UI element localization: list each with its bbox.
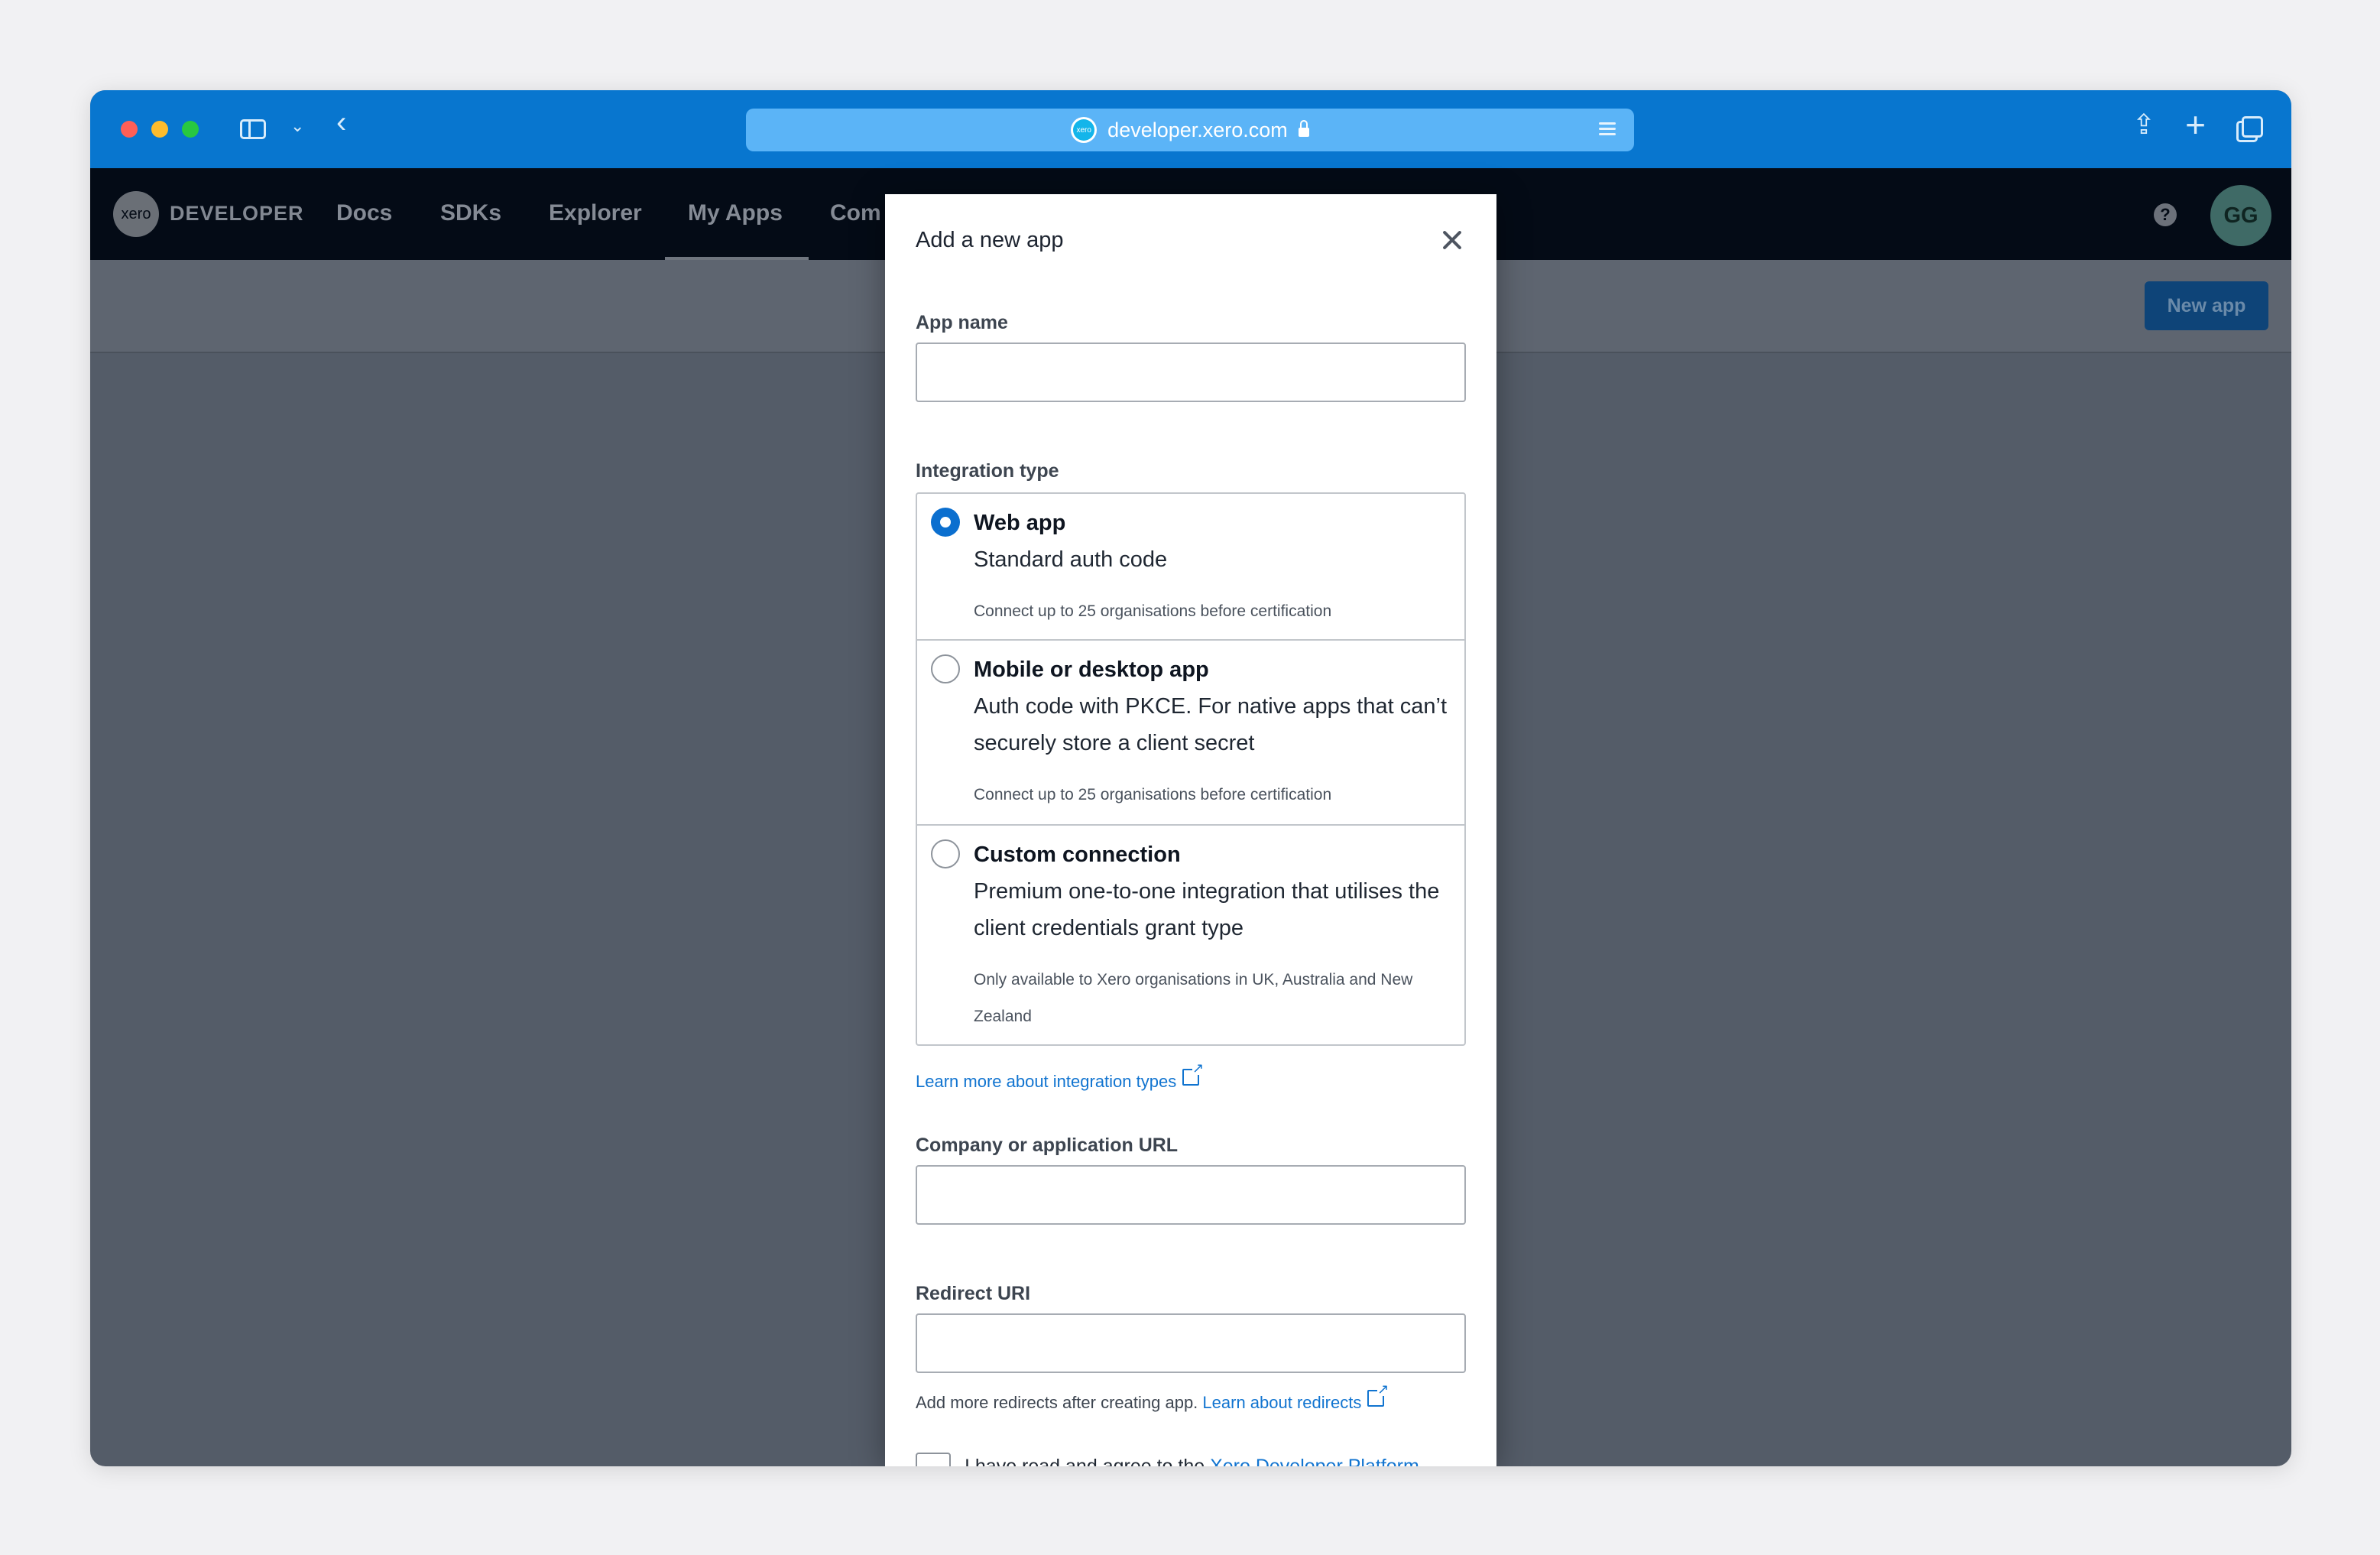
option-mobile-desktop[interactable]: Mobile or desktop app Auth code with PKC… [917,641,1464,826]
xero-logo[interactable]: xero [113,191,159,237]
reader-mode-icon[interactable] [1599,119,1616,139]
lock-icon [1298,120,1309,137]
modal-title: Add a new app [916,228,1064,252]
radio-custom-connection[interactable] [931,839,960,868]
external-link-icon [1182,1061,1205,1086]
integration-type-options: Web app Standard auth code Connect up to… [916,492,1466,1046]
add-app-modal: Add a new app App name Integration type … [885,194,1496,1466]
option-note: Only available to Xero organisations in … [974,971,1413,1025]
share-icon[interactable]: ⇪ [2132,109,2155,141]
option-title: Custom connection [974,842,1181,867]
agree-checkbox[interactable] [916,1453,951,1466]
redirect-uri-label: Redirect URI [916,1283,1031,1304]
address-url: developer.xero.com [1107,118,1288,141]
back-icon[interactable]: ‹ [336,107,346,138]
brand-label[interactable]: DEVELOPER [170,202,304,226]
redirect-uri-input[interactable] [916,1313,1466,1373]
nav-community[interactable]: Com [830,200,881,226]
new-tab-icon[interactable]: + [2185,104,2206,145]
agree-label: I have read and agree to the Xero Develo… [965,1456,1419,1466]
radio-mobile-desktop[interactable] [931,654,960,683]
help-icon[interactable]: ? [2154,203,2177,226]
browser-toolbar: ⌄ ‹ xero developer.xero.com ⇪ + [90,90,2291,168]
chevron-down-icon[interactable]: ⌄ [290,116,304,136]
radio-web-app[interactable] [931,508,960,537]
sidebar-toggle-icon[interactable] [240,119,266,139]
option-web-app[interactable]: Web app Standard auth code Connect up to… [917,494,1464,641]
avatar[interactable]: GG [2210,185,2271,246]
address-bar[interactable]: xero developer.xero.com [746,109,1634,151]
company-url-input[interactable] [916,1165,1466,1225]
site-favicon-icon: xero [1071,117,1098,143]
option-title: Web app [974,511,1066,535]
nav-docs[interactable]: Docs [336,200,392,226]
nav-my-apps[interactable]: My Apps [688,200,783,226]
tab-overview-icon[interactable] [2236,116,2263,142]
nav-explorer[interactable]: Explorer [549,200,642,226]
close-icon[interactable] [1437,225,1467,255]
option-note: Connect up to 25 organisations before ce… [974,602,1332,620]
zoom-window-button[interactable] [182,121,199,138]
browser-window: ⌄ ‹ xero developer.xero.com ⇪ + xero DEV… [90,90,2291,1466]
minimize-window-button[interactable] [151,121,168,138]
integration-type-label: Integration type [916,460,1059,482]
option-description: Premium one-to-one integration that util… [974,879,1440,940]
close-window-button[interactable] [121,121,138,138]
platform-terms-link[interactable]: Xero Developer Platform [1210,1456,1419,1466]
nav-sdks[interactable]: SDKs [440,200,501,226]
app-name-label: App name [916,312,1008,333]
company-url-label: Company or application URL [916,1135,1179,1156]
learn-redirects-link[interactable]: Learn about redirects [1202,1393,1361,1412]
external-link-icon [1367,1382,1389,1407]
option-description: Auth code with PKCE. For native apps tha… [974,694,1447,755]
redirect-help-text: Add more redirects after creating app. L… [916,1382,1389,1413]
app-name-input[interactable] [916,342,1466,402]
option-title: Mobile or desktop app [974,657,1209,682]
learn-integration-types-link[interactable]: Learn more about integration types [916,1061,1205,1092]
new-app-button[interactable]: New app [2145,281,2268,330]
option-custom-connection[interactable]: Custom connection Premium one-to-one int… [917,826,1464,1044]
option-note: Connect up to 25 organisations before ce… [974,786,1332,803]
option-description: Standard auth code [974,547,1168,572]
